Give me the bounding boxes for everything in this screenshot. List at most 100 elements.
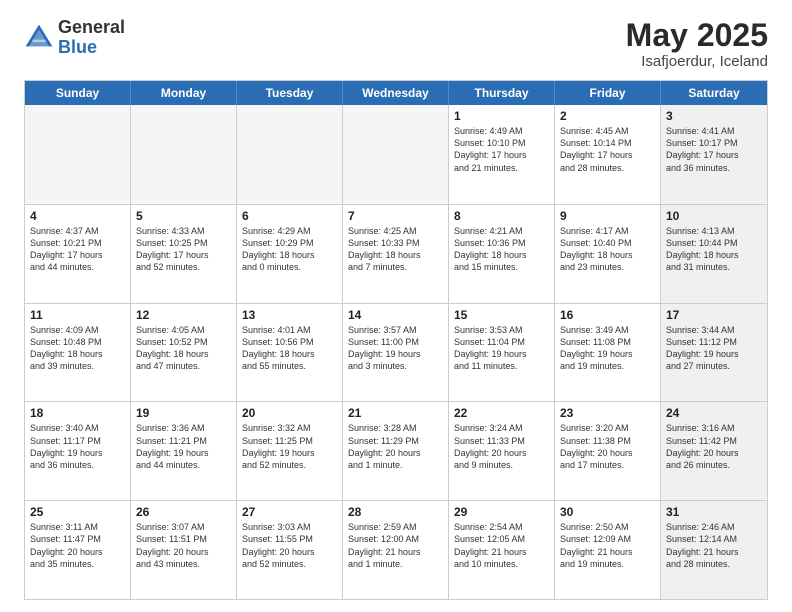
calendar-row-3: 11 Sunrise: 4:09 AMSunset: 10:48 PMDaylig… (25, 303, 767, 402)
cell-info: Sunrise: 3:16 AMSunset: 11:42 PMDaylight… (666, 422, 762, 471)
header-wednesday: Wednesday (343, 81, 449, 105)
day-number: 15 (454, 308, 549, 322)
calendar-cell-15: 15Sunrise: 3:53 AMSunset: 11:04 PMDaylig… (449, 304, 555, 402)
cell-info: Sunrise: 4:25 AMSunset: 10:33 PMDaylight… (348, 225, 443, 274)
calendar-cell-28: 28Sunrise: 2:59 AMSunset: 12:00 AMDaylig… (343, 501, 449, 599)
calendar-cell-8: 8Sunrise: 4:21 AMSunset: 10:36 PMDayligh… (449, 205, 555, 303)
month-title: May 2025 (626, 18, 768, 53)
calendar-cell-26: 26Sunrise: 3:07 AMSunset: 11:51 PMDaylig… (131, 501, 237, 599)
cell-info: Sunrise: 4:17 AMSunset: 10:40 PMDaylight… (560, 225, 655, 274)
cell-info: Sunrise: 3:49 AMSunset: 11:08 PMDaylight… (560, 324, 655, 373)
day-number: 11 (30, 308, 125, 322)
cell-info: Sunrise: 3:40 AMSunset: 11:17 PMDaylight… (30, 422, 125, 471)
calendar-cell-22: 22 Sunrise: 3:24 AMSunset: 11:33 PMDaylig… (449, 402, 555, 500)
logo-blue: Blue (58, 38, 125, 58)
calendar-cell-25: 25 Sunrise: 3:11 AMSunset: 11:47 PMDaylig… (25, 501, 131, 599)
calendar-cell-2: 2 Sunrise: 4:45 AMSunset: 10:14 PMDayligh… (555, 105, 661, 204)
calendar-cell-13: 13 Sunrise: 4:01 AMSunset: 10:56 PMDaylig… (237, 304, 343, 402)
cell-info: Sunrise: 4:49 AMSunset: 10:10 PMDaylight… (454, 125, 549, 174)
day-number: 2 (560, 109, 655, 123)
calendar-cell-4: 4 Sunrise: 4:37 AMSunset: 10:21 PMDayligh… (25, 205, 131, 303)
cell-info: Sunrise: 4:09 AMSunset: 10:48 PMDaylight… (30, 324, 125, 373)
calendar-cell-18: 18 Sunrise: 3:40 AMSunset: 11:17 PMDaylig… (25, 402, 131, 500)
cell-info: Sunrise: 4:21 AMSunset: 10:36 PMDaylight… (454, 225, 549, 274)
day-number: 7 (348, 209, 443, 223)
calendar-cell-11: 11 Sunrise: 4:09 AMSunset: 10:48 PMDaylig… (25, 304, 131, 402)
day-number: 20 (242, 406, 337, 420)
day-number: 27 (242, 505, 337, 519)
calendar-row-2: 4 Sunrise: 4:37 AMSunset: 10:21 PMDayligh… (25, 204, 767, 303)
day-number: 29 (454, 505, 549, 519)
day-number: 21 (348, 406, 443, 420)
cell-info: Sunrise: 3:03 AMSunset: 11:55 PMDaylight… (242, 521, 337, 570)
calendar-cell-empty-0 (25, 105, 131, 204)
header: General Blue May 2025 Isafjoerdur, Icela… (24, 18, 768, 70)
cell-info: Sunrise: 3:28 AMSunset: 11:29 PMDaylight… (348, 422, 443, 471)
cell-info: Sunrise: 4:29 AMSunset: 10:29 PMDaylight… (242, 225, 337, 274)
cell-info: Sunrise: 2:54 AMSunset: 12:05 AMDaylight… (454, 521, 549, 570)
cell-info: Sunrise: 3:24 AMSunset: 11:33 PMDaylight… (454, 422, 549, 471)
day-number: 5 (136, 209, 231, 223)
cell-info: Sunrise: 3:32 AMSunset: 11:25 PMDaylight… (242, 422, 337, 471)
logo: General Blue (24, 18, 125, 58)
calendar: SundayMondayTuesdayWednesdayThursdayFrid… (24, 80, 768, 600)
cell-info: Sunrise: 4:37 AMSunset: 10:21 PMDaylight… (30, 225, 125, 274)
calendar-cell-27: 27 Sunrise: 3:03 AMSunset: 11:55 PMDaylig… (237, 501, 343, 599)
day-number: 9 (560, 209, 655, 223)
calendar-cell-5: 5 Sunrise: 4:33 AMSunset: 10:25 PMDayligh… (131, 205, 237, 303)
calendar-cell-3: 3 Sunrise: 4:41 AMSunset: 10:17 PMDayligh… (661, 105, 767, 204)
cell-info: Sunrise: 3:44 AMSunset: 11:12 PMDaylight… (666, 324, 762, 373)
header-sunday: Sunday (25, 81, 131, 105)
calendar-cell-16: 16 Sunrise: 3:49 AMSunset: 11:08 PMDaylig… (555, 304, 661, 402)
calendar-cell-empty-1 (131, 105, 237, 204)
logo-text: General Blue (58, 18, 125, 58)
day-number: 18 (30, 406, 125, 420)
calendar-cell-29: 29 Sunrise: 2:54 AMSunset: 12:05 AMDaylig… (449, 501, 555, 599)
cell-info: Sunrise: 4:45 AMSunset: 10:14 PMDaylight… (560, 125, 655, 174)
calendar-header: SundayMondayTuesdayWednesdayThursdayFrid… (25, 81, 767, 105)
cell-info: Sunrise: 3:11 AMSunset: 11:47 PMDaylight… (30, 521, 125, 570)
calendar-body: 1 Sunrise: 4:49 AMSunset: 10:10 PMDayligh… (25, 105, 767, 599)
day-number: 3 (666, 109, 762, 123)
cell-info: Sunrise: 2:46 AMSunset: 12:14 AMDaylight… (666, 521, 762, 570)
location: Isafjoerdur, Iceland (626, 53, 768, 70)
header-tuesday: Tuesday (237, 81, 343, 105)
page: General Blue May 2025 Isafjoerdur, Icela… (0, 0, 792, 612)
calendar-cell-17: 17Sunrise: 3:44 AMSunset: 11:12 PMDaylig… (661, 304, 767, 402)
day-number: 22 (454, 406, 549, 420)
header-saturday: Saturday (661, 81, 767, 105)
day-number: 31 (666, 505, 762, 519)
calendar-cell-19: 19Sunrise: 3:36 AMSunset: 11:21 PMDaylig… (131, 402, 237, 500)
day-number: 30 (560, 505, 655, 519)
cell-info: Sunrise: 3:36 AMSunset: 11:21 PMDaylight… (136, 422, 231, 471)
header-thursday: Thursday (449, 81, 555, 105)
cell-info: Sunrise: 2:50 AMSunset: 12:09 AMDaylight… (560, 521, 655, 570)
day-number: 13 (242, 308, 337, 322)
calendar-row-5: 25 Sunrise: 3:11 AMSunset: 11:47 PMDaylig… (25, 500, 767, 599)
calendar-cell-20: 20 Sunrise: 3:32 AMSunset: 11:25 PMDaylig… (237, 402, 343, 500)
day-number: 14 (348, 308, 443, 322)
cell-info: Sunrise: 4:41 AMSunset: 10:17 PMDaylight… (666, 125, 762, 174)
cell-info: Sunrise: 4:33 AMSunset: 10:25 PMDaylight… (136, 225, 231, 274)
calendar-cell-9: 9 Sunrise: 4:17 AMSunset: 10:40 PMDayligh… (555, 205, 661, 303)
day-number: 26 (136, 505, 231, 519)
header-monday: Monday (131, 81, 237, 105)
calendar-cell-24: 24 Sunrise: 3:16 AMSunset: 11:42 PMDaylig… (661, 402, 767, 500)
day-number: 16 (560, 308, 655, 322)
calendar-cell-1: 1 Sunrise: 4:49 AMSunset: 10:10 PMDayligh… (449, 105, 555, 204)
day-number: 1 (454, 109, 549, 123)
calendar-cell-7: 7 Sunrise: 4:25 AMSunset: 10:33 PMDayligh… (343, 205, 449, 303)
day-number: 4 (30, 209, 125, 223)
day-number: 24 (666, 406, 762, 420)
day-number: 25 (30, 505, 125, 519)
cell-info: Sunrise: 3:20 AMSunset: 11:38 PMDaylight… (560, 422, 655, 471)
cell-info: Sunrise: 4:01 AMSunset: 10:56 PMDaylight… (242, 324, 337, 373)
cell-info: Sunrise: 2:59 AMSunset: 12:00 AMDaylight… (348, 521, 443, 570)
cell-info: Sunrise: 3:57 AMSunset: 11:00 PMDaylight… (348, 324, 443, 373)
calendar-row-1: 1 Sunrise: 4:49 AMSunset: 10:10 PMDayligh… (25, 105, 767, 204)
logo-icon (24, 23, 54, 53)
day-number: 6 (242, 209, 337, 223)
calendar-cell-6: 6 Sunrise: 4:29 AMSunset: 10:29 PMDayligh… (237, 205, 343, 303)
calendar-cell-empty-2 (237, 105, 343, 204)
calendar-cell-30: 30 Sunrise: 2:50 AMSunset: 12:09 AMDaylig… (555, 501, 661, 599)
